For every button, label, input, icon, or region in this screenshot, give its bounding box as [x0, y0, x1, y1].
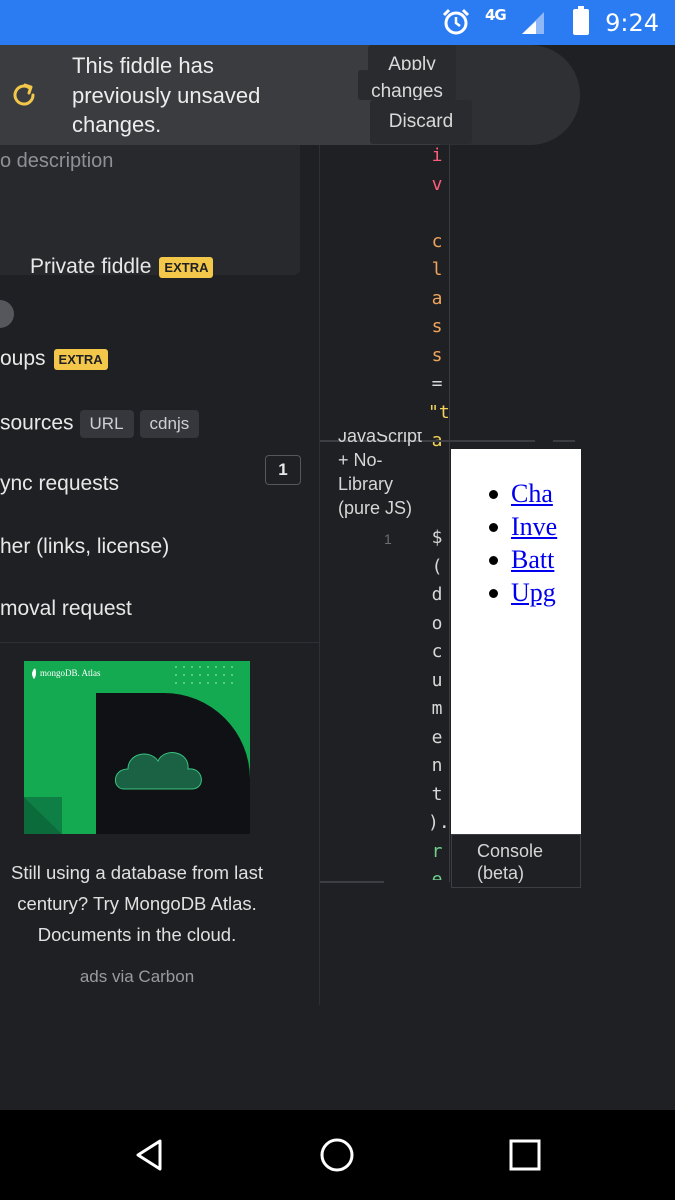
code-char: e — [431, 726, 443, 748]
js-framework-label[interactable]: JavaScript + No- Library (pure JS) — [338, 432, 433, 534]
banner-message-line: previously unsaved — [72, 82, 261, 108]
code-char: "t — [428, 401, 450, 423]
ad-text[interactable]: Still using a database from last century… — [0, 857, 274, 950]
ad-brand: mongoDB. Atlas — [40, 668, 101, 678]
ad-image[interactable]: mongoDB. Atlas — [24, 661, 250, 834]
other-links-label: her (links, license) — [0, 535, 170, 558]
code-char: s — [431, 316, 443, 337]
network-type: 4G — [485, 6, 507, 24]
banner-message-line: changes. — [72, 112, 162, 137]
list-item: Cha — [488, 477, 557, 510]
pane-separator[interactable] — [553, 440, 575, 442]
result-link[interactable]: Batt — [511, 545, 554, 574]
result-link-list: Cha Inve Batt Upg — [488, 477, 557, 609]
status-bar: 4G 9:24 — [0, 0, 675, 45]
ad-text-line: Documents in the cloud. — [37, 924, 237, 945]
extra-badge: EXTRA — [53, 348, 108, 370]
banner-message: This fiddle has previously unsaved chang… — [72, 51, 260, 140]
code-char: d — [431, 584, 443, 605]
js-label-line: JavaScript — [338, 432, 423, 446]
code-char: = — [431, 373, 443, 394]
result-link[interactable]: Cha — [511, 479, 553, 508]
code-char: c — [431, 641, 443, 662]
resources-row[interactable]: sources URL cdnjs — [0, 410, 200, 438]
code-char: ( — [431, 555, 443, 577]
other-links-row[interactable]: her (links, license) — [0, 535, 169, 559]
js-label-line: Library — [338, 474, 394, 494]
code-char: e — [431, 869, 443, 880]
code-char: l — [431, 259, 443, 280]
code-char: o — [431, 612, 443, 634]
resource-cdnjs-chip[interactable]: cdnjs — [139, 410, 200, 438]
resources-label: sources — [0, 411, 74, 435]
code-char: i — [431, 145, 443, 166]
discard-button[interactable]: Discard — [370, 100, 472, 144]
code-char: n — [431, 755, 443, 776]
removal-request-label: moval request — [0, 597, 132, 620]
console-label-line: Console — [477, 841, 544, 861]
recents-icon[interactable] — [505, 1135, 545, 1175]
result-link[interactable]: Upg — [511, 578, 556, 607]
js-label-line: + No- — [338, 450, 383, 470]
back-icon[interactable] — [130, 1135, 170, 1175]
result-pane[interactable]: Cha Inve Batt Upg — [451, 449, 581, 834]
console-label: Console (beta) — [477, 840, 543, 884]
ad-text-line: Still using a database from last — [11, 862, 263, 883]
removal-request-row[interactable]: moval request — [0, 597, 132, 621]
groups-row[interactable]: oups EXTRA — [0, 347, 108, 371]
groups-label: oups — [0, 347, 46, 370]
private-fiddle-toggle[interactable] — [0, 300, 14, 328]
description-placeholder: o description — [0, 150, 114, 172]
banner-message-line: This fiddle has — [72, 53, 214, 78]
home-icon[interactable] — [317, 1135, 357, 1175]
fiddle-settings-panel: o description Private fiddle EXTRA oups EX… — [0, 45, 320, 1005]
editor-divider — [449, 142, 450, 882]
console-tab[interactable]: Console (beta) — [451, 834, 581, 888]
code-char: t — [431, 783, 443, 805]
code-char: r — [431, 840, 443, 862]
system-nav-bar — [0, 1110, 675, 1200]
html-editor-code[interactable]: i v c l a s s = "t a — [428, 142, 450, 456]
code-char: u — [431, 669, 443, 691]
signal-icon — [522, 12, 544, 34]
js-label-line: (pure JS) — [338, 498, 413, 518]
clock: 9:24 — [605, 9, 659, 37]
resource-url-chip[interactable]: URL — [79, 410, 134, 438]
list-item: Upg — [488, 576, 557, 609]
code-char — [428, 199, 446, 228]
unsaved-changes-banner: This fiddle has previously unsaved chang… — [0, 45, 580, 145]
code-char: a — [431, 287, 443, 309]
refresh-icon — [13, 83, 35, 106]
code-char: s — [431, 344, 443, 366]
async-requests-label: ync requests — [0, 472, 120, 495]
ad-text-line: century? Try MongoDB Atlas. — [17, 893, 257, 914]
console-label-line: (beta) — [477, 863, 525, 883]
list-item: Inve — [488, 510, 557, 543]
code-char: ). — [428, 812, 450, 833]
code-char: m — [431, 698, 443, 719]
alarm-icon — [442, 8, 470, 35]
js-editor-code[interactable]: $ ( d o c u m e n t ). r e — [428, 524, 450, 880]
mongodb-cloud-illustration — [24, 666, 250, 834]
private-fiddle-label: Private fiddle — [30, 255, 152, 278]
battery-icon — [573, 6, 589, 35]
private-fiddle-row: Private fiddle EXTRA — [30, 255, 214, 279]
line-number: 1 — [384, 531, 392, 547]
result-link[interactable]: Inve — [511, 512, 557, 541]
code-char: c — [431, 230, 443, 252]
extra-badge: EXTRA — [159, 256, 214, 278]
resources-count: 1 — [265, 455, 301, 485]
pane-separator[interactable] — [320, 881, 384, 883]
ads-via-carbon-link[interactable]: ads via Carbon — [0, 967, 274, 987]
code-char: v — [431, 173, 443, 195]
apply-changes-button[interactable]: changes — [358, 70, 456, 100]
code-char: $ — [431, 527, 443, 548]
divider — [0, 642, 320, 643]
async-requests-row[interactable]: ync requests — [0, 472, 119, 496]
list-item: Batt — [488, 543, 557, 576]
